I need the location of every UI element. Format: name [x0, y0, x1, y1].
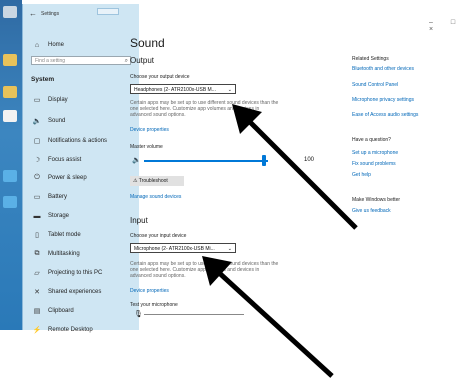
- sidebar-item-power[interactable]: ⏻ Power & sleep: [23, 171, 139, 185]
- help-link-get-help[interactable]: Get help: [352, 172, 371, 178]
- sidebar: ← Settings ⌂ Home Find a setting ⌕ Syste…: [23, 4, 139, 334]
- page-title: Sound: [130, 36, 165, 50]
- output-description: Certain apps may be set up to use differ…: [130, 100, 279, 118]
- help-link-sound-problems[interactable]: Fix sound problems: [352, 161, 396, 167]
- help-link-microphone[interactable]: Set up a microphone: [352, 150, 398, 156]
- tablet-icon: ▯: [35, 232, 39, 239]
- back-arrow-icon[interactable]: ←: [29, 9, 37, 18]
- volume-slider-track[interactable]: [144, 160, 268, 162]
- desktop-app-icon[interactable]: [2, 170, 18, 182]
- microphone-level-bar: [144, 314, 244, 315]
- window-controls[interactable]: – □ ×: [429, 19, 466, 33]
- settings-window: ← Settings ⌂ Home Find a setting ⌕ Syste…: [22, 4, 466, 334]
- search-input[interactable]: Find a setting ⌕: [31, 56, 131, 65]
- question-heading: Have a question?: [352, 137, 391, 143]
- output-device-select[interactable]: Headphones (2- ATR2100x-USB M... ⌄: [130, 84, 236, 94]
- related-link-ease-of-access[interactable]: Ease of Access audio settings: [352, 112, 418, 118]
- multitasking-icon: ⧉: [34, 250, 40, 257]
- projecting-icon: ▱: [34, 270, 40, 277]
- storage-icon: ▬: [33, 212, 41, 220]
- notifications-icon: ▢: [33, 138, 41, 145]
- display-icon: ▭: [33, 97, 41, 104]
- search-icon: ⌕: [124, 58, 128, 64]
- sidebar-item-storage[interactable]: ▬ Storage: [23, 209, 139, 223]
- section-heading: System: [31, 76, 55, 83]
- desktop-file-icon[interactable]: [2, 110, 18, 122]
- sidebar-item-notifications[interactable]: ▢ Notifications & actions: [23, 134, 139, 148]
- sidebar-item-battery[interactable]: ▭ Battery: [23, 190, 139, 204]
- desktop-background: [0, 0, 22, 330]
- sidebar-item-display[interactable]: ▭ Display: [23, 93, 139, 107]
- related-link-sound-control-panel[interactable]: Sound Control Panel: [352, 82, 398, 88]
- desktop-folder-icon[interactable]: [2, 86, 18, 98]
- test-microphone-label: Test your microphone: [130, 302, 178, 308]
- input-device-properties-link[interactable]: Device properties: [130, 288, 169, 294]
- output-device-properties-link[interactable]: Device properties: [130, 127, 169, 133]
- sidebar-item-remote-desktop[interactable]: ⚡ Remote Desktop: [23, 323, 139, 337]
- input-device-label: Choose your input device: [130, 233, 187, 239]
- related-link-mic-privacy[interactable]: Microphone privacy settings: [352, 97, 414, 103]
- sidebar-item-projecting[interactable]: ▱ Projecting to this PC: [23, 266, 139, 280]
- remote-desktop-icon: ⚡: [32, 327, 42, 334]
- volume-slider-thumb[interactable]: [262, 155, 266, 166]
- sidebar-item-focus-assist[interactable]: ☽ Focus assist: [23, 153, 139, 167]
- focus-assist-icon: ☽: [33, 157, 41, 164]
- sidebar-item-tablet-mode[interactable]: ▯ Tablet mode: [23, 228, 139, 242]
- sidebar-item-home[interactable]: ⌂ Home: [23, 38, 139, 52]
- related-heading: Related Settings: [352, 56, 389, 62]
- app-title: Settings: [41, 11, 60, 17]
- window-tab: [97, 8, 119, 15]
- output-device-label: Choose your output device: [130, 74, 190, 80]
- speaker-icon: 🔈: [32, 118, 42, 125]
- chevron-down-icon: ⌄: [227, 246, 232, 252]
- feedback-link[interactable]: Give us feedback: [352, 208, 391, 214]
- clipboard-icon: ▤: [33, 308, 41, 315]
- troubleshoot-button[interactable]: ⚠ Troubleshoot: [130, 176, 184, 186]
- volume-value: 100: [304, 157, 315, 163]
- feedback-heading: Make Windows better: [352, 197, 401, 203]
- input-heading: Input: [130, 216, 148, 225]
- power-icon: ⏻: [34, 174, 40, 181]
- recycle-bin-icon[interactable]: [2, 6, 18, 18]
- related-link-bluetooth[interactable]: Bluetooth and other devices: [352, 66, 414, 72]
- sidebar-item-shared-experiences[interactable]: ✕ Shared experiences: [23, 285, 139, 299]
- volume-speaker-icon[interactable]: 🔈: [132, 156, 141, 164]
- chevron-down-icon: ⌄: [227, 87, 232, 93]
- output-heading: Output: [130, 56, 155, 65]
- manage-sound-devices-link[interactable]: Manage sound devices: [130, 194, 181, 200]
- sidebar-item-clipboard[interactable]: ▤ Clipboard: [23, 304, 139, 318]
- battery-icon: ▭: [33, 194, 41, 201]
- home-icon: ⌂: [34, 41, 40, 49]
- shared-icon: ✕: [34, 289, 40, 296]
- input-description: Certain apps may be set up to use differ…: [130, 261, 279, 279]
- sidebar-item-multitasking[interactable]: ⧉ Multitasking: [23, 247, 139, 261]
- sidebar-item-sound[interactable]: 🔈 Sound: [23, 114, 139, 128]
- input-device-select[interactable]: Microphone (2- ATR2100x-USB Mi... ⌄: [130, 243, 236, 253]
- sidebar-item-label: Home: [48, 42, 65, 48]
- desktop-folder-icon[interactable]: [2, 54, 18, 66]
- master-volume-label: Master volume: [130, 144, 163, 150]
- microphone-icon: 🎙: [134, 311, 143, 318]
- desktop-app-icon[interactable]: [2, 196, 18, 208]
